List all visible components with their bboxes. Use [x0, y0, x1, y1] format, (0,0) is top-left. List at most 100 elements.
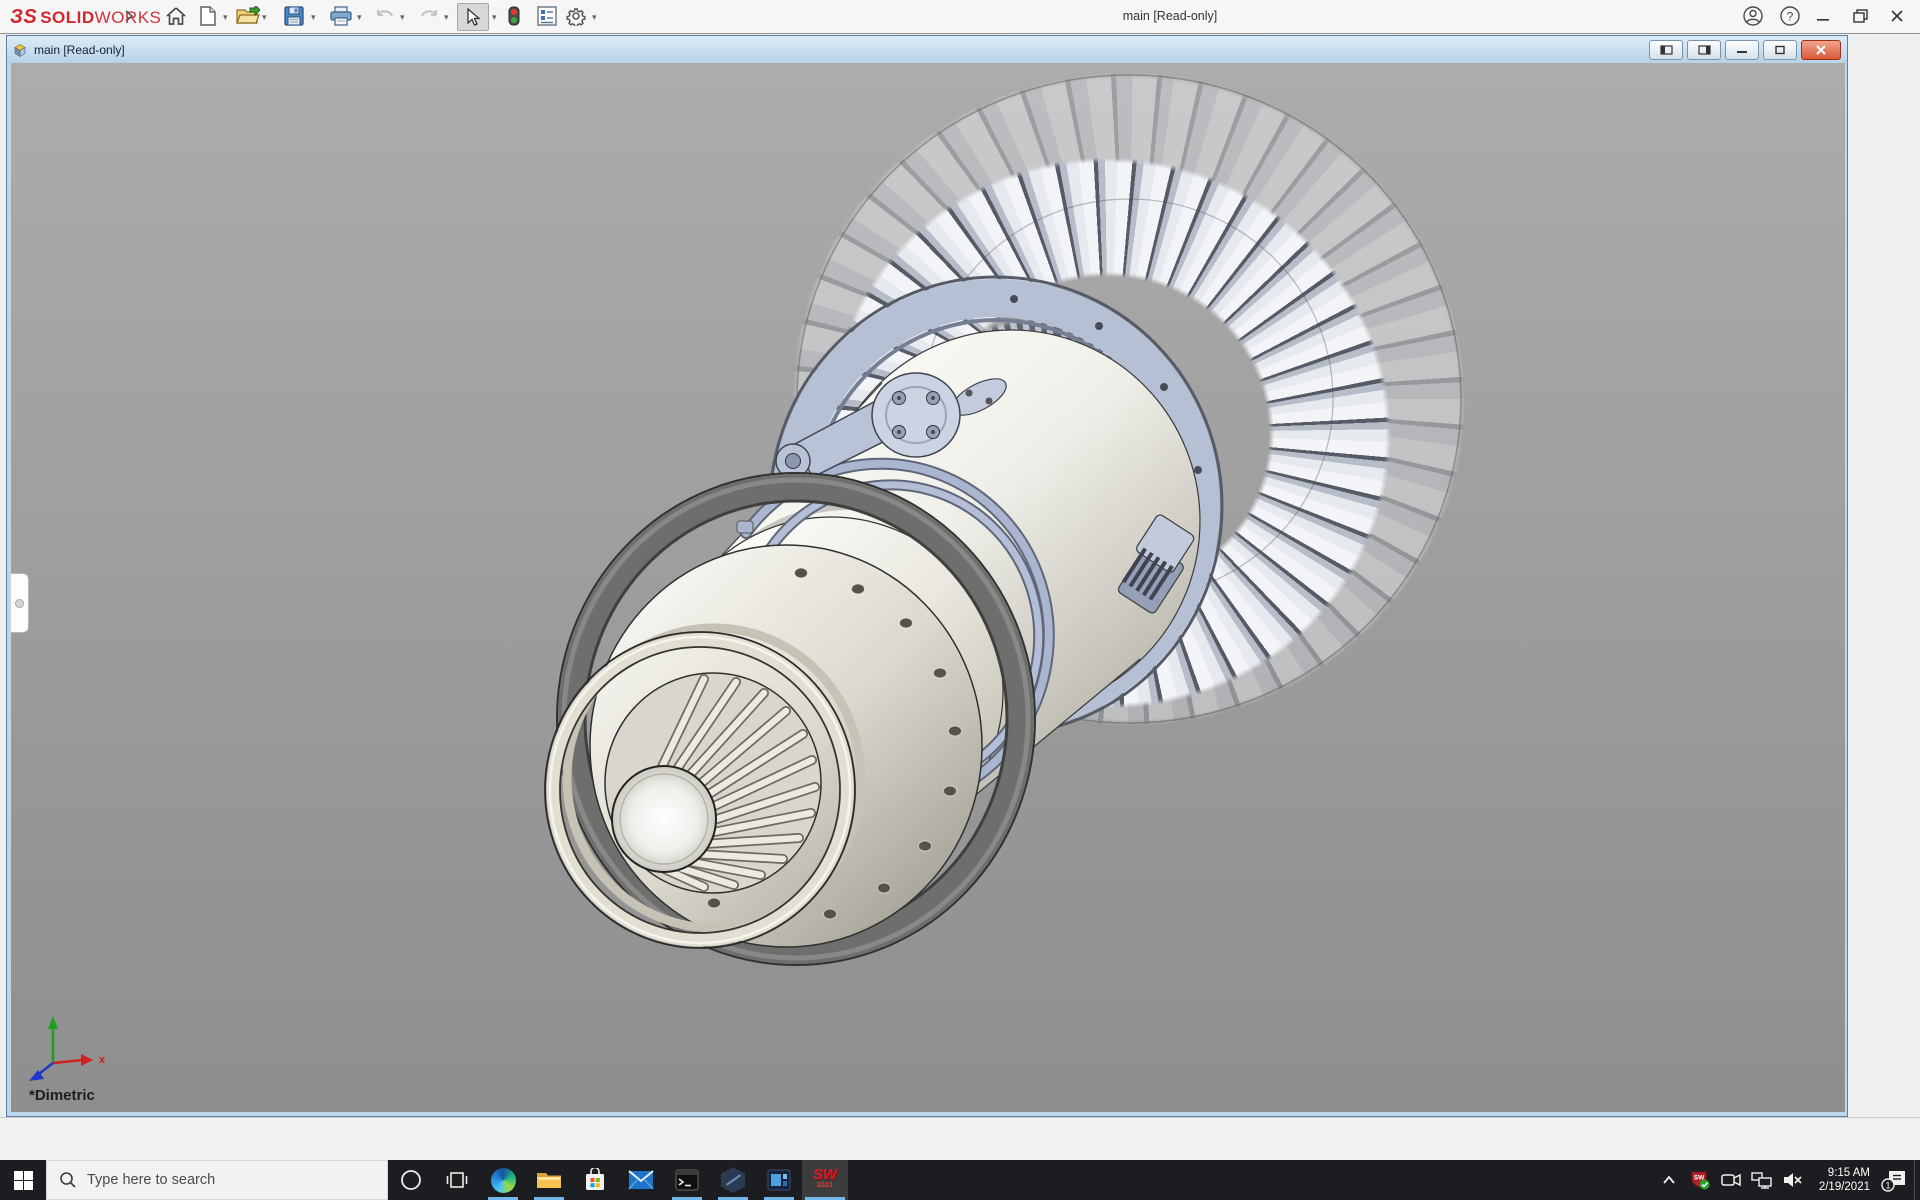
select-tool-button[interactable]: [457, 3, 489, 31]
engine-model: [11, 63, 1845, 1112]
new-document-icon: [199, 6, 217, 26]
taskbar-search-input[interactable]: Type here to search: [46, 1160, 388, 1200]
save-caret[interactable]: ▾: [311, 12, 316, 23]
tab-grip-dot: [15, 599, 24, 608]
close-button[interactable]: [1890, 3, 1904, 29]
tray-solidworks-monitor[interactable]: SW: [1684, 1160, 1715, 1200]
document-titlebar[interactable]: main [Read-only]: [7, 36, 1847, 63]
close-icon: [1815, 45, 1827, 55]
redo-caret[interactable]: ▾: [444, 12, 449, 23]
show-desktop-button[interactable]: [1914, 1160, 1920, 1200]
pane-right-icon: [1698, 45, 1711, 55]
document-close-button[interactable]: [1801, 40, 1841, 60]
action-center-button[interactable]: 1: [1874, 1160, 1914, 1200]
start-button[interactable]: [0, 1160, 46, 1200]
minimize-button[interactable]: [1816, 3, 1830, 29]
gear-icon: [566, 6, 586, 26]
document-minimize-button[interactable]: [1725, 40, 1759, 60]
open-button[interactable]: [236, 3, 260, 29]
file-explorer-icon: [536, 1169, 562, 1191]
close-icon: [1890, 9, 1904, 23]
edge-icon: [491, 1168, 516, 1193]
redo-button[interactable]: [418, 3, 440, 29]
undo-icon: [374, 7, 396, 25]
taskbar-item-hexagon-app[interactable]: [710, 1160, 756, 1200]
app-titlebar: ЗSSOLIDWORKS ▾ ▾ ▾ ▾ ▾ ▾ ▾ ▾ main [Read-…: [0, 0, 1920, 34]
clock-date: 2/19/2021: [1819, 1180, 1870, 1194]
new-document-button[interactable]: [199, 3, 217, 29]
graphics-viewport[interactable]: x *Dimetric: [11, 63, 1845, 1112]
undo-caret[interactable]: ▾: [400, 12, 405, 23]
taskbar-item-microsoft-store[interactable]: [572, 1160, 618, 1200]
tray-volume-muted[interactable]: [1777, 1160, 1808, 1200]
new-caret[interactable]: ▾: [223, 12, 228, 23]
taskbar-item-command-prompt[interactable]: [664, 1160, 710, 1200]
taskbar-item-edge[interactable]: [480, 1160, 526, 1200]
pane-left-toggle-button[interactable]: [1649, 40, 1683, 60]
taskbar-item-mail[interactable]: [618, 1160, 664, 1200]
document-window: main [Read-only]: [6, 35, 1848, 1117]
file-properties-icon: [537, 6, 557, 26]
options-button[interactable]: [566, 3, 586, 29]
blue-window-app-icon: [767, 1169, 791, 1191]
taskbar-item-task-view[interactable]: [434, 1160, 480, 1200]
taskbar-item-solidworks[interactable]: SW 2021: [802, 1160, 848, 1200]
assembly-document-icon: [12, 42, 28, 58]
search-icon: [59, 1171, 77, 1189]
solidworks-taskbar-icon: SW 2021: [813, 1170, 837, 1190]
taskbar: Type here to search SW 2021: [0, 1160, 1920, 1200]
svg-text:?: ?: [1787, 10, 1794, 24]
document-restore-button[interactable]: [1763, 40, 1797, 60]
orientation-triad: x: [25, 1011, 115, 1097]
rebuild-button[interactable]: [508, 3, 520, 29]
home-button[interactable]: [165, 3, 187, 29]
select-caret[interactable]: ▾: [492, 12, 497, 23]
feature-tree-collapsed-tab[interactable]: [11, 573, 29, 633]
restore-icon: [1853, 9, 1868, 23]
expand-menu-arrow[interactable]: [124, 3, 134, 29]
options-caret[interactable]: ▾: [592, 12, 597, 23]
hexagon-app-icon: [721, 1167, 745, 1193]
chevron-up-icon: [1662, 1175, 1676, 1185]
action-center-icon: 1: [1881, 1168, 1907, 1192]
file-properties-button[interactable]: [537, 3, 557, 29]
chevron-right-icon: [124, 10, 134, 22]
command-prompt-icon: [675, 1169, 699, 1191]
save-button[interactable]: [284, 3, 304, 29]
tray-meet-now[interactable]: [1715, 1160, 1746, 1200]
account-button[interactable]: [1742, 3, 1764, 29]
logo-bold: SOLID: [40, 8, 94, 27]
taskbar-item-cortana[interactable]: [388, 1160, 434, 1200]
help-icon: ?: [1779, 5, 1801, 27]
help-button[interactable]: ?: [1779, 3, 1801, 29]
microsoft-store-icon: [583, 1168, 607, 1192]
solidworks-shield-icon: SW: [1690, 1170, 1710, 1190]
minimize-icon: [1816, 9, 1830, 23]
print-button[interactable]: [330, 3, 352, 29]
solidworks-year: 2021: [817, 1180, 834, 1190]
status-strip: [0, 1117, 1920, 1161]
save-icon: [284, 6, 304, 26]
hidden-icons-chevron[interactable]: [1653, 1160, 1684, 1200]
notification-badge: 1: [1885, 1181, 1890, 1191]
document-title: main [Read-only]: [34, 43, 125, 57]
clock-time: 9:15 AM: [1828, 1166, 1870, 1180]
logo-mark: ЗS: [10, 6, 37, 28]
app-window-title: main [Read-only]: [1060, 9, 1280, 23]
taskbar-item-file-explorer[interactable]: [526, 1160, 572, 1200]
undo-button[interactable]: [374, 3, 396, 29]
view-orientation-label: *Dimetric: [29, 1087, 95, 1104]
restore-button[interactable]: [1853, 3, 1868, 29]
pane-right-toggle-button[interactable]: [1687, 40, 1721, 60]
print-caret[interactable]: ▾: [357, 12, 362, 23]
tray-network[interactable]: [1746, 1160, 1777, 1200]
windows-start-icon: [14, 1171, 33, 1190]
taskbar-item-blue-window-app[interactable]: [756, 1160, 802, 1200]
taskbar-clock[interactable]: 9:15 AM 2/19/2021: [1808, 1160, 1874, 1200]
open-caret[interactable]: ▾: [262, 12, 267, 23]
video-camera-icon: [1720, 1171, 1742, 1189]
search-placeholder: Type here to search: [87, 1172, 215, 1188]
redo-icon: [418, 7, 440, 25]
volume-muted-icon: [1782, 1171, 1804, 1189]
solidworks-logo: ЗSSOLIDWORKS: [10, 6, 161, 29]
